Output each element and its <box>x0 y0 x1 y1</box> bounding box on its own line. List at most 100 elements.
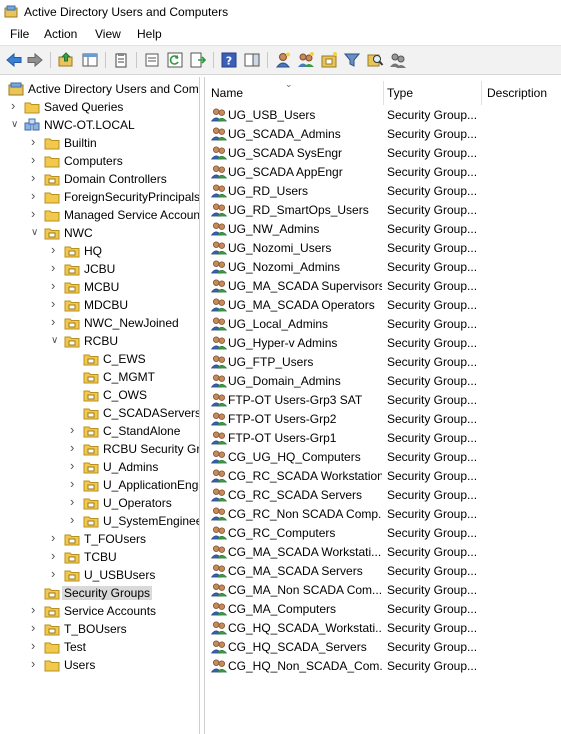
table-row[interactable]: CG_RC_Non SCADA Comp... Security Group... <box>205 504 561 523</box>
tree-item[interactable]: › C_StandAlone <box>0 422 199 440</box>
tree-item[interactable]: C_SCADAServers <box>0 404 199 422</box>
tree-item[interactable]: › U_SystemEnginee <box>0 512 199 530</box>
tree-item[interactable]: › Managed Service Account <box>0 206 199 224</box>
menu-file[interactable]: File <box>9 27 30 41</box>
tree-item[interactable]: ∨ NWC <box>0 224 199 242</box>
tree-item[interactable]: › Domain Controllers <box>0 170 199 188</box>
collapse-chevron-icon[interactable]: ∨ <box>51 335 61 347</box>
filter-icon[interactable] <box>343 51 361 69</box>
table-row[interactable]: UG_RD_SmartOps_Users Security Group... <box>205 200 561 219</box>
menu-action[interactable]: Action <box>43 27 78 41</box>
action-pane-icon[interactable] <box>243 51 261 69</box>
expand-chevron-icon[interactable]: › <box>31 638 41 653</box>
table-row[interactable]: CG_HQ_SCADA_Workstati... Security Group..… <box>205 618 561 637</box>
expand-chevron-icon[interactable]: › <box>51 260 61 275</box>
clipboard-icon[interactable] <box>112 51 130 69</box>
tree-item[interactable]: › U_ApplicationEng <box>0 476 199 494</box>
tree-item[interactable]: Security Groups <box>0 584 199 602</box>
tree-item[interactable]: C_MGMT <box>0 368 199 386</box>
expand-chevron-icon[interactable]: › <box>70 494 80 509</box>
expand-chevron-icon[interactable]: › <box>31 152 41 167</box>
menu-view[interactable]: View <box>94 27 122 41</box>
tree-item[interactable]: ∨ NWC-OT.LOCAL <box>0 116 199 134</box>
tree-item[interactable]: › U_Admins <box>0 458 199 476</box>
table-row[interactable]: CG_MA_SCADA Servers Security Group... <box>205 561 561 580</box>
back-arrow-icon[interactable] <box>5 51 23 69</box>
expand-chevron-icon[interactable]: › <box>31 656 41 671</box>
help-icon[interactable]: ? <box>220 51 238 69</box>
table-row[interactable]: UG_SCADA SysEngr Security Group... <box>205 143 561 162</box>
table-row[interactable]: UG_FTP_Users Security Group... <box>205 352 561 371</box>
tree-item[interactable]: › U_USBUsers <box>0 566 199 584</box>
forward-arrow-icon[interactable] <box>26 51 44 69</box>
expand-chevron-icon[interactable]: › <box>70 476 80 491</box>
create-group-icon[interactable] <box>297 51 315 69</box>
tree-item[interactable]: › MCBU <box>0 278 199 296</box>
table-row[interactable]: CG_MA_SCADA Workstati... Security Group..… <box>205 542 561 561</box>
tree-item[interactable]: › JCBU <box>0 260 199 278</box>
properties-icon[interactable] <box>143 51 161 69</box>
expand-chevron-icon[interactable]: › <box>51 314 61 329</box>
tree-item[interactable]: ∨ RCBU <box>0 332 199 350</box>
table-row[interactable]: UG_NW_Admins Security Group... <box>205 219 561 238</box>
tree-item[interactable]: › Users <box>0 656 199 674</box>
tree-item[interactable]: › MDCBU <box>0 296 199 314</box>
table-row[interactable]: UG_SCADA_Admins Security Group... <box>205 124 561 143</box>
export-list-icon[interactable] <box>189 51 207 69</box>
table-row[interactable]: UG_RD_Users Security Group... <box>205 181 561 200</box>
column-header-type[interactable]: Type <box>384 81 481 103</box>
expand-chevron-icon[interactable]: › <box>51 278 61 293</box>
expand-chevron-icon[interactable]: › <box>70 512 80 527</box>
expand-chevron-icon[interactable]: › <box>11 98 21 113</box>
expand-chevron-icon[interactable]: › <box>51 548 61 563</box>
tree-item[interactable]: › TCBU <box>0 548 199 566</box>
expand-chevron-icon[interactable]: › <box>31 134 41 149</box>
table-row[interactable]: UG_Nozomi_Users Security Group... <box>205 238 561 257</box>
tree-item[interactable]: › Test <box>0 638 199 656</box>
collapse-chevron-icon[interactable]: ∨ <box>11 119 21 131</box>
collapse-chevron-icon[interactable]: ∨ <box>31 227 41 239</box>
tree-item[interactable]: › Service Accounts <box>0 602 199 620</box>
table-row[interactable]: CG_HQ_Non_SCADA_Com... Security Group... <box>205 656 561 675</box>
expand-chevron-icon[interactable]: › <box>51 566 61 581</box>
expand-chevron-icon[interactable]: › <box>31 620 41 635</box>
table-row[interactable]: CG_RC_Computers Security Group... <box>205 523 561 542</box>
column-header-description[interactable]: Description <box>482 81 561 103</box>
expand-chevron-icon[interactable]: › <box>51 242 61 257</box>
tree-item[interactable]: › ForeignSecurityPrincipals <box>0 188 199 206</box>
tree-item[interactable]: › U_Operators <box>0 494 199 512</box>
expand-chevron-icon[interactable]: › <box>51 530 61 545</box>
expand-chevron-icon[interactable]: › <box>31 188 41 203</box>
table-row[interactable]: CG_RC_SCADA Workstations Security Group..… <box>205 466 561 485</box>
table-row[interactable]: FTP-OT Users-Grp2 Security Group... <box>205 409 561 428</box>
results-list[interactable]: ⌄ Name Type Description UG_USB_Users Secu… <box>204 77 561 734</box>
expand-chevron-icon[interactable]: › <box>70 440 80 455</box>
table-row[interactable]: CG_MA_Non SCADA Com... Security Group... <box>205 580 561 599</box>
tree-item[interactable]: › NWC_NewJoined <box>0 314 199 332</box>
expand-chevron-icon[interactable]: › <box>70 422 80 437</box>
create-user-icon[interactable] <box>274 51 292 69</box>
up-folder-icon[interactable] <box>57 51 75 69</box>
refresh-icon[interactable] <box>166 51 184 69</box>
show-hide-console-tree-icon[interactable] <box>81 51 99 69</box>
tree-item[interactable]: › Builtin <box>0 134 199 152</box>
table-row[interactable]: UG_MA_SCADA Supervisors Security Group... <box>205 276 561 295</box>
table-row[interactable]: CG_MA_Computers Security Group... <box>205 599 561 618</box>
table-row[interactable]: CG_HQ_SCADA_Servers Security Group... <box>205 637 561 656</box>
table-row[interactable]: UG_Domain_Admins Security Group... <box>205 371 561 390</box>
table-row[interactable]: UG_SCADA AppEngr Security Group... <box>205 162 561 181</box>
tree-item[interactable]: Active Directory Users and Com <box>0 80 199 98</box>
tree-item[interactable]: › T_BOUsers <box>0 620 199 638</box>
column-header-name[interactable]: ⌄ Name <box>205 79 383 103</box>
tree-item[interactable]: › T_FOUsers <box>0 530 199 548</box>
table-row[interactable]: UG_MA_SCADA Operators Security Group... <box>205 295 561 314</box>
tree-item[interactable]: C_OWS <box>0 386 199 404</box>
tree-item[interactable]: C_EWS <box>0 350 199 368</box>
table-row[interactable]: UG_Nozomi_Admins Security Group... <box>205 257 561 276</box>
tree-item[interactable]: › Saved Queries <box>0 98 199 116</box>
add-to-group-icon[interactable] <box>389 51 407 69</box>
tree-item[interactable]: › Computers <box>0 152 199 170</box>
console-tree[interactable]: Active Directory Users and Com › Saved Que… <box>0 77 200 734</box>
table-row[interactable]: FTP-OT Users-Grp3 SAT Security Group... <box>205 390 561 409</box>
table-row[interactable]: FTP-OT Users-Grp1 Security Group... <box>205 428 561 447</box>
